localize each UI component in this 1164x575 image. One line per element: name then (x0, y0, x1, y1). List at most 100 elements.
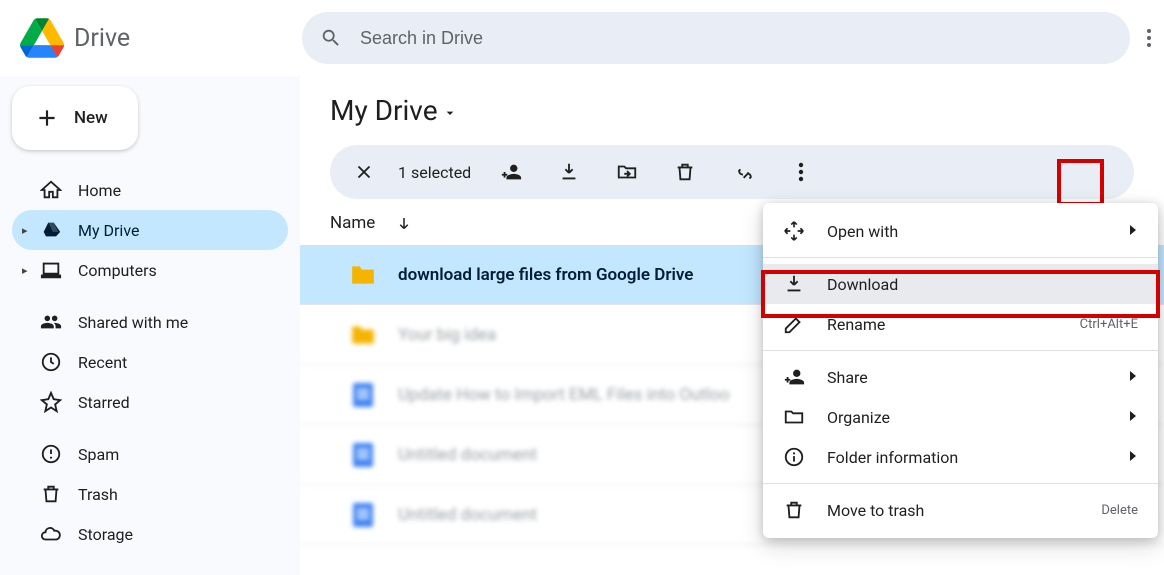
clock-icon (40, 351, 62, 373)
menu-separator (763, 350, 1158, 351)
sort-arrow-down-icon (395, 215, 413, 233)
chevron-right-icon (1128, 448, 1138, 467)
breadcrumb-label: My Drive (330, 94, 438, 127)
sidebar-item-home[interactable]: Home (12, 170, 288, 210)
context-menu: Open with Download Rename Ctrl+Alt+E Sha… (763, 203, 1158, 538)
sidebar-item-spam[interactable]: Spam (12, 434, 288, 474)
chevron-right-icon (1128, 368, 1138, 387)
link-button[interactable] (725, 154, 761, 190)
menu-folder-info[interactable]: Folder information (763, 437, 1158, 477)
menu-item-label: Open with (827, 222, 898, 241)
person-add-icon (783, 366, 805, 388)
menu-download[interactable]: Download (763, 264, 1158, 304)
new-button[interactable]: New (12, 86, 138, 150)
more-vertical-icon (798, 162, 804, 182)
home-icon (40, 179, 62, 201)
move-folder-icon (616, 161, 638, 183)
docs-icon (350, 382, 376, 408)
sidebar-item-label: My Drive (78, 221, 139, 240)
delete-button[interactable] (667, 154, 703, 190)
menu-organize[interactable]: Organize (763, 397, 1158, 437)
menu-item-label: Download (827, 275, 898, 294)
menu-open-with[interactable]: Open with (763, 211, 1158, 251)
sidebar-item-label: Trash (78, 485, 118, 504)
folder-icon (350, 322, 376, 348)
menu-item-label: Share (827, 368, 868, 387)
search-input[interactable] (360, 28, 1112, 49)
sidebar-item-label: Storage (78, 525, 133, 544)
folder-icon (350, 262, 376, 288)
name-column-label: Name (330, 213, 375, 233)
cloud-icon (40, 523, 62, 545)
sidebar-item-label: Computers (78, 261, 157, 280)
docs-icon (350, 502, 376, 528)
chevron-right-icon (1128, 222, 1138, 241)
sidebar-item-my-drive[interactable]: My Drive (12, 210, 288, 250)
sidebar-item-computers[interactable]: Computers (12, 250, 288, 290)
people-icon (40, 311, 62, 333)
file-name: Untitled document (398, 505, 537, 525)
link-icon (732, 161, 754, 183)
info-icon (783, 446, 805, 468)
person-add-icon (500, 161, 522, 183)
sidebar: New Home My Drive Computers Shared with … (0, 76, 300, 575)
drive-icon (40, 219, 62, 241)
folder-icon (783, 406, 805, 428)
app-name: Drive (74, 24, 130, 53)
pencil-icon (783, 313, 805, 335)
chevron-right-icon (1128, 408, 1138, 427)
chevron-down-icon (442, 105, 458, 121)
file-name: Untitled document (398, 445, 537, 465)
share-button[interactable] (493, 154, 529, 190)
logo-area[interactable]: Drive (12, 18, 302, 58)
docs-icon (350, 442, 376, 468)
sidebar-item-shared[interactable]: Shared with me (12, 302, 288, 342)
menu-item-label: Folder information (827, 448, 958, 467)
sidebar-item-label: Starred (78, 393, 130, 412)
sidebar-item-label: Recent (78, 353, 127, 372)
header-more-icon[interactable] (1130, 28, 1152, 48)
move-button[interactable] (609, 154, 645, 190)
sidebar-item-label: Shared with me (78, 313, 188, 332)
file-name: download large files from Google Drive (398, 265, 693, 285)
sidebar-item-recent[interactable]: Recent (12, 342, 288, 382)
search-icon (320, 27, 342, 49)
menu-move-to-trash[interactable]: Move to trash Delete (763, 490, 1158, 530)
menu-rename[interactable]: Rename Ctrl+Alt+E (763, 304, 1158, 344)
computers-icon (40, 259, 62, 281)
sidebar-item-starred[interactable]: Starred (12, 382, 288, 422)
download-icon (783, 273, 805, 295)
sidebar-item-label: Home (78, 181, 121, 200)
header: Drive (0, 0, 1164, 76)
menu-separator (763, 257, 1158, 258)
drive-logo-icon (20, 18, 64, 58)
star-icon (40, 391, 62, 413)
menu-item-label: Rename (827, 315, 885, 334)
sidebar-item-label: Spam (78, 445, 119, 464)
menu-share[interactable]: Share (763, 357, 1158, 397)
menu-item-label: Organize (827, 408, 890, 427)
selection-count: 1 selected (398, 163, 471, 182)
sidebar-item-storage[interactable]: Storage (12, 514, 288, 554)
search-bar[interactable] (302, 12, 1130, 64)
download-button[interactable] (551, 154, 587, 190)
clear-selection-button[interactable] (346, 154, 382, 190)
menu-item-label: Move to trash (827, 501, 924, 520)
plus-icon (34, 105, 60, 131)
trash-icon (40, 483, 62, 505)
trash-icon (674, 161, 696, 183)
breadcrumb[interactable]: My Drive (300, 94, 1164, 145)
file-name: Your big idea (398, 325, 496, 345)
spam-icon (40, 443, 62, 465)
open-with-icon (783, 220, 805, 242)
more-actions-button[interactable] (783, 154, 819, 190)
menu-shortcut: Delete (1101, 503, 1138, 518)
menu-shortcut: Ctrl+Alt+E (1080, 317, 1138, 332)
trash-icon (783, 499, 805, 521)
selection-action-bar: 1 selected (330, 145, 1134, 199)
file-name: Update How to Import EML Files into Outl… (398, 385, 730, 405)
sidebar-item-trash[interactable]: Trash (12, 474, 288, 514)
menu-separator (763, 483, 1158, 484)
download-icon (558, 161, 580, 183)
new-button-label: New (74, 108, 108, 128)
